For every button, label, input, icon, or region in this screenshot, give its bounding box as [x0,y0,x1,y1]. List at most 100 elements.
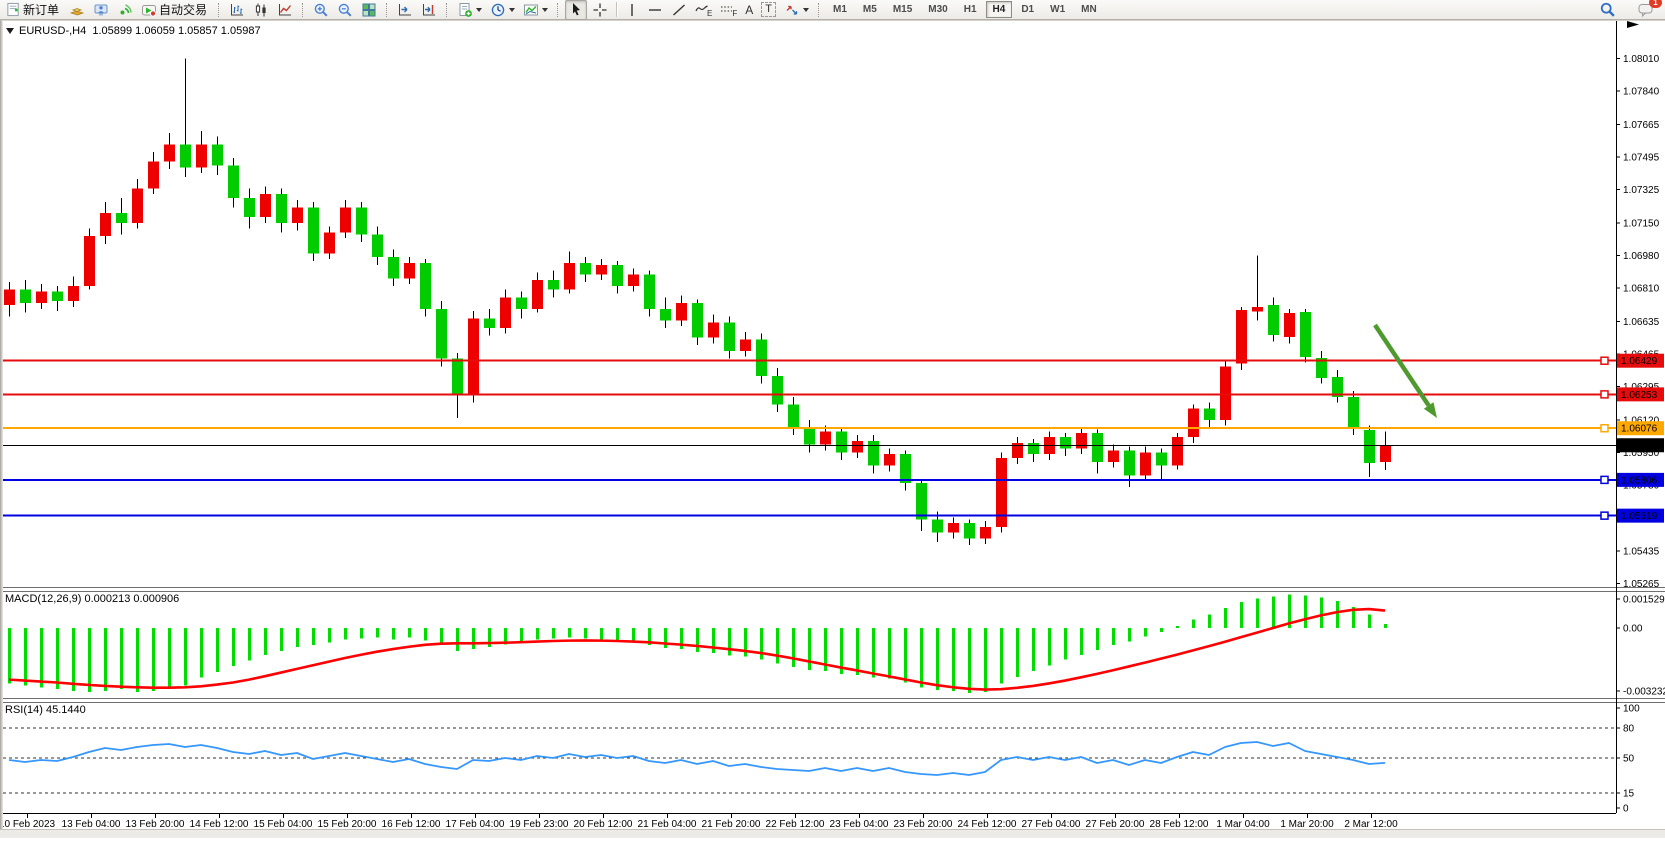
rsi-tick-label: 100 [1623,704,1640,715]
top-toolbar: 新订单 自动交易 [0,0,1665,20]
horizontal-line-tool-button[interactable] [644,0,666,20]
tile-windows-button[interactable] [358,0,380,20]
autotrading-label: 自动交易 [159,1,209,18]
window-left-edge [0,20,3,837]
chevron-down-icon [803,8,809,12]
trendline-tool-button[interactable] [668,0,690,20]
line-chart-icon [277,2,293,18]
timeframe-button-M5[interactable]: M5 [856,1,884,18]
channel-sub-glyph: E [707,9,712,18]
equidistant-channel-tool-button[interactable]: E [692,0,715,20]
price-tick-label: 1.06980 [1623,251,1660,262]
chart-collapse-button[interactable] [6,28,14,34]
timeframe-button-M15[interactable]: M15 [886,1,919,18]
timeframe-button-W1[interactable]: W1 [1043,1,1072,18]
auto-scroll-button[interactable] [394,0,416,20]
svg-text:1.06253: 1.06253 [1621,390,1658,401]
cursor-tool-button[interactable] [565,0,587,20]
virtual-hosting-button[interactable] [90,0,112,20]
level-line-handle[interactable] [1601,391,1608,398]
search-button[interactable] [1596,0,1619,20]
news-signal-button[interactable] [114,0,136,20]
chevron-down-icon [542,8,548,12]
toolbar-grip [446,3,450,17]
price-level-axis-label: 1.06253 [1617,387,1664,401]
price-level-axis-label: 1.05619 [1617,509,1664,523]
toolbar-grip [218,3,222,17]
auto-scroll-icon [397,2,413,18]
candle [1220,361,1231,426]
arrows-tool-button[interactable] [781,0,812,20]
toolbar-grip [386,3,390,17]
gold-bars-icon [69,2,85,18]
price-level-axis-label: 1.05806 [1617,473,1664,487]
svg-text:1.05619: 1.05619 [1621,511,1658,522]
price-tick-label: 1.07150 [1623,218,1660,229]
price-tick-label: 1.08010 [1623,54,1660,65]
timeframe-button-H1[interactable]: H1 [957,1,984,18]
vertical-line-tool-button[interactable] [622,0,642,20]
periods-button[interactable] [487,0,518,20]
svg-text:1.06076: 1.06076 [1621,424,1658,435]
cursor-icon [568,2,584,18]
fibonacci-tool-button[interactable]: F [717,0,740,20]
timeframe-button-H4[interactable]: H4 [986,1,1013,18]
notifications-button[interactable]: 1 [1634,0,1658,20]
candlestick-icon [253,2,269,18]
new-order-button[interactable]: 新订单 [3,0,64,20]
price-tick-label: 1.07495 [1623,152,1660,163]
macd-tick-label: 0.00 [1623,624,1643,635]
chart-shift-button[interactable] [418,0,440,20]
chevron-down-icon [476,8,482,12]
notification-badge: 1 [1649,0,1662,8]
macd-indicator-label: MACD(12,26,9) 0.000213 0.000906 [5,593,179,605]
toolbar-grip [557,3,561,17]
vertical-line-icon [625,2,639,18]
tile-windows-icon [361,2,377,18]
text-label-tool-icon: T [761,2,776,17]
level-line-handle[interactable] [1601,425,1608,432]
text-label-tool-button[interactable]: T [758,0,779,20]
candle [1172,433,1183,469]
price-tick-label: 1.06635 [1623,317,1660,328]
zoom-in-button[interactable] [310,0,332,20]
candlestick-mode-button[interactable] [250,0,272,20]
price-tick-label: 1.07665 [1623,120,1660,131]
search-icon [1599,1,1616,18]
svg-text:1.06429: 1.06429 [1621,356,1658,367]
bar-chart-mode-button[interactable] [226,0,248,20]
candle [468,311,479,403]
crosshair-tool-button[interactable] [589,0,611,20]
candle [84,229,95,290]
price-tick-label: 1.06810 [1623,283,1660,294]
new-chart-button[interactable] [454,0,485,20]
candle [1188,405,1199,443]
price-tick-label: 1.07325 [1623,185,1660,196]
level-line-handle[interactable] [1601,476,1608,483]
rsi-tick-label: 50 [1623,754,1635,765]
macd-tick-label: 0.001529 [1623,595,1665,606]
toolbar-separator [616,2,617,17]
zoom-out-icon [337,2,353,18]
svg-text:1.05806: 1.05806 [1621,475,1658,486]
timeframe-button-M1[interactable]: M1 [826,1,854,18]
timeframe-button-MN[interactable]: MN [1074,1,1104,18]
candle [308,202,319,261]
deposit-button[interactable] [66,0,88,20]
zoom-out-button[interactable] [334,0,356,20]
rsi-tick-label: 15 [1623,789,1635,800]
price-tick-label: 1.05265 [1623,579,1660,590]
rsi-tick-label: 80 [1623,724,1635,735]
chart-canvas[interactable]: 1.080101.078401.076651.074951.073251.071… [0,0,1665,837]
level-line-handle[interactable] [1601,357,1608,364]
timeframe-button-M30[interactable]: M30 [921,1,954,18]
new-order-label: 新订单 [23,1,61,18]
new-order-icon [6,2,21,17]
text-tool-button[interactable]: A [742,0,756,20]
templates-button[interactable] [520,0,551,20]
autotrading-button[interactable]: 自动交易 [138,0,212,20]
line-chart-mode-button[interactable] [274,0,296,20]
timeframe-button-D1[interactable]: D1 [1014,1,1041,18]
rsi-tick-label: 0 [1623,804,1629,815]
level-line-handle[interactable] [1601,512,1608,519]
